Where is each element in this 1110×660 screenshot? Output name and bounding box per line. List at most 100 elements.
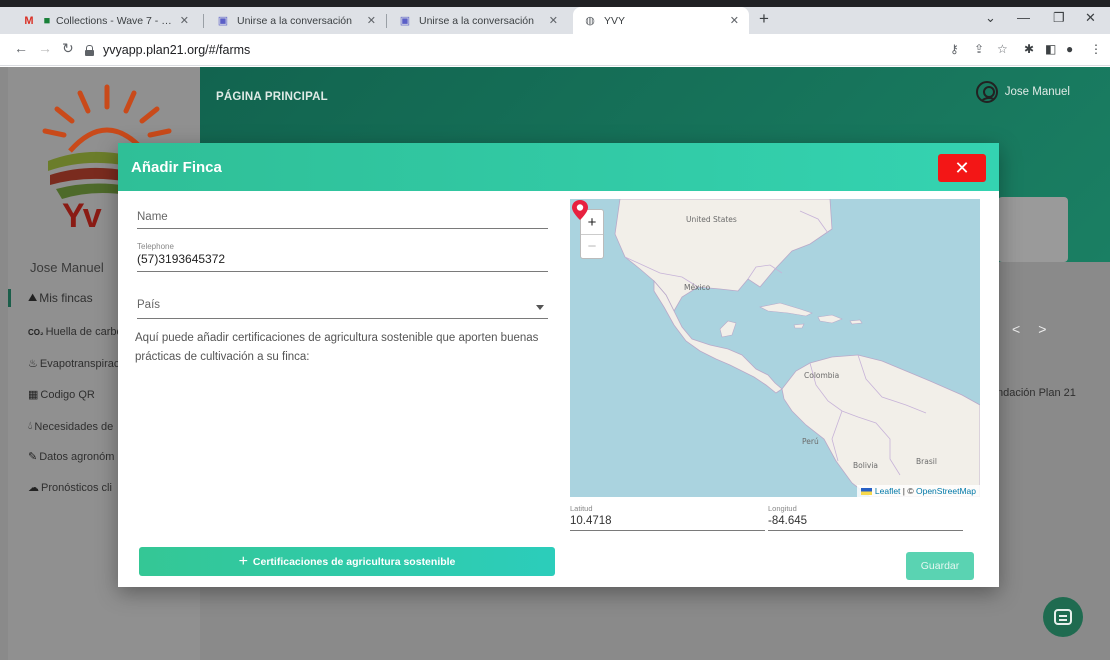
prev-arrow-icon[interactable]: < bbox=[1012, 321, 1038, 337]
map-label-peru: Perú bbox=[802, 437, 819, 446]
map-tiles bbox=[614, 199, 980, 497]
key-icon[interactable]: ⚷ bbox=[950, 42, 959, 56]
evapotranspiration-icon: ♨ bbox=[28, 358, 38, 370]
sidebar-item-label: Mis fincas bbox=[39, 291, 93, 305]
tab-title: Unirse a la conversación bbox=[419, 14, 534, 27]
minimize-button[interactable]: — bbox=[1017, 10, 1030, 25]
user-account-icon bbox=[975, 81, 998, 103]
sidebar-item-label: Pronósticos cli bbox=[41, 481, 112, 494]
close-tab-icon[interactable]: ✕ bbox=[367, 14, 376, 27]
close-modal-button[interactable]: ✕ bbox=[938, 154, 986, 182]
sidebar-item-pronosticos[interactable]: ☁ Pronósticos cli bbox=[28, 481, 112, 495]
bookmark-icon: ■ bbox=[43, 14, 51, 27]
footer-text: ndación Plan 21 bbox=[997, 387, 1076, 399]
country-select[interactable]: País bbox=[137, 299, 548, 319]
tab-title: YVY bbox=[604, 14, 626, 27]
browser-tab-gmail[interactable]: M ■ Collections - Wave 7 - Practic ✕ bbox=[12, 7, 199, 34]
sidebar-item-codigo-qr[interactable]: ▦ Codigo QR bbox=[28, 388, 95, 402]
tab-search-icon[interactable]: ⌄ bbox=[985, 10, 996, 26]
back-icon[interactable]: ← bbox=[14, 40, 28, 56]
cert-button-label: Certificaciones de agricultura sostenibl… bbox=[252, 555, 456, 568]
telephone-value: (57)3193645372 bbox=[137, 252, 226, 266]
browser-toolbar: ← → ↻ yvyapp.plan21.org/#/farms ⚷ ⇪ ☆ ✱ … bbox=[0, 34, 1110, 66]
location-pin-icon[interactable] bbox=[570, 199, 590, 221]
star-icon[interactable]: ☆ bbox=[997, 42, 1008, 56]
address-bar[interactable]: yvyapp.plan21.org/#/farms bbox=[85, 38, 945, 62]
ukraine-flag-icon bbox=[860, 487, 872, 495]
browser-tab-yvy[interactable]: ◍ YVY ✕ bbox=[573, 7, 749, 34]
chat-button[interactable] bbox=[1043, 597, 1083, 637]
browser-tab-teams-1[interactable]: ▣ Unirse a la conversación ✕ bbox=[206, 7, 386, 34]
location-map[interactable]: + − United States México Colombia Perú B… bbox=[570, 199, 980, 497]
sidebar-item-huella-carbono[interactable]: CO₂ Huella de carbo bbox=[28, 326, 123, 338]
content-card bbox=[998, 197, 1068, 262]
close-tab-icon[interactable]: ✕ bbox=[730, 14, 739, 27]
header-user-name: Jose Manuel bbox=[1004, 86, 1070, 98]
sidebar-item-label: Codigo QR bbox=[40, 388, 95, 401]
map-label-brasil: Brasil bbox=[916, 457, 937, 466]
map-label-mexico: México bbox=[684, 283, 711, 292]
profile-avatar[interactable]: ● bbox=[1066, 42, 1073, 56]
share-icon[interactable]: ⇪ bbox=[974, 42, 984, 56]
teams-icon: ▣ bbox=[399, 15, 411, 27]
map-label-colombia: Colombia bbox=[804, 371, 840, 380]
sidebar-item-necesidades[interactable]: 💧︎ Necesidades de bbox=[28, 420, 113, 433]
longitude-field[interactable]: Longitud -84.645 bbox=[768, 504, 963, 531]
co2-icon: CO₂ bbox=[28, 327, 44, 337]
add-certification-button[interactable]: + Certificaciones de agricultura sosteni… bbox=[139, 547, 555, 576]
country-placeholder: País bbox=[137, 299, 161, 311]
latitude-field[interactable]: Latitud 10.4718 bbox=[570, 504, 765, 531]
certifications-info-text: Aquí puede añadir certificaciones de agr… bbox=[135, 332, 539, 363]
sidebar-item-label: Huella de carbo bbox=[45, 326, 123, 338]
browser-tab-teams-2[interactable]: ▣ Unirse a la conversación ✕ bbox=[388, 7, 568, 34]
close-window-button[interactable]: ✕ bbox=[1085, 10, 1096, 26]
plus-icon: + bbox=[238, 552, 248, 570]
save-button[interactable]: Guardar bbox=[906, 552, 974, 580]
globe-icon: ◍ bbox=[585, 15, 595, 27]
sidebar-item-evapotranspiracion[interactable]: ♨ Evapotranspirac bbox=[28, 357, 120, 371]
reload-icon[interactable]: ↻ bbox=[62, 40, 74, 57]
sidebar-item-mis-fincas[interactable]: ⛰ Mis fincas bbox=[28, 291, 93, 305]
menu-icon[interactable]: ⋮ bbox=[1090, 42, 1102, 56]
active-indicator bbox=[8, 289, 11, 307]
save-label: Guardar bbox=[920, 560, 960, 572]
modal-header: Añadir Finca ✕ bbox=[118, 143, 999, 191]
telephone-field[interactable]: Telephone (57)3193645372 bbox=[137, 242, 548, 272]
sidebar-item-label: Evapotranspirac bbox=[39, 357, 120, 370]
carousel-pager: <> bbox=[1012, 321, 1064, 337]
map-attribution: Leaflet | © OpenStreetMap bbox=[856, 485, 980, 497]
dropdown-arrow-icon bbox=[536, 305, 544, 310]
lock-icon bbox=[85, 44, 94, 56]
leaflet-link[interactable]: Leaflet bbox=[875, 486, 901, 496]
map-label-united-states: United States bbox=[686, 215, 737, 224]
extensions-icon[interactable]: ✱ bbox=[1024, 42, 1034, 56]
next-arrow-icon[interactable]: > bbox=[1038, 321, 1064, 337]
chat-icon bbox=[1054, 609, 1072, 625]
openstreetmap-link[interactable]: OpenStreetMap bbox=[916, 486, 976, 496]
new-tab-button[interactable]: + bbox=[759, 9, 769, 29]
page-title: PÁGINA PRINCIPAL bbox=[216, 91, 328, 103]
side-panel-icon[interactable]: ◧ bbox=[1045, 42, 1056, 56]
sidebar-user-name: Jose Manuel bbox=[30, 260, 104, 275]
zoom-out-button[interactable]: − bbox=[581, 234, 603, 258]
sidebar-item-datos-agronomicos[interactable]: ✎ Datos agronóm bbox=[28, 450, 114, 464]
farm-icon: ⛰ bbox=[28, 291, 38, 304]
attribution-separator: | © bbox=[900, 486, 916, 496]
name-field[interactable]: Name bbox=[137, 211, 548, 229]
forward-icon[interactable]: → bbox=[38, 40, 52, 56]
browser-tabstrip: M ■ Collections - Wave 7 - Practic ✕ ▣ U… bbox=[0, 0, 1110, 34]
cloud-icon: ☁ bbox=[28, 482, 39, 494]
user-menu[interactable]: Jose Manuel bbox=[975, 81, 1070, 103]
name-placeholder: Name bbox=[137, 211, 168, 223]
latitude-label: Latitud bbox=[570, 504, 593, 513]
telephone-label: Telephone bbox=[137, 242, 174, 251]
teams-icon: ▣ bbox=[217, 15, 229, 27]
restore-button[interactable]: ❐ bbox=[1053, 10, 1065, 26]
water-drop-icon: 💧︎ bbox=[28, 420, 33, 432]
modal-title: Añadir Finca bbox=[131, 159, 222, 176]
close-tab-icon[interactable]: ✕ bbox=[180, 14, 189, 27]
qr-code-icon: ▦ bbox=[28, 389, 39, 401]
close-tab-icon[interactable]: ✕ bbox=[549, 14, 558, 27]
gmail-icon: M bbox=[24, 14, 34, 27]
latitude-value: 10.4718 bbox=[570, 515, 612, 527]
